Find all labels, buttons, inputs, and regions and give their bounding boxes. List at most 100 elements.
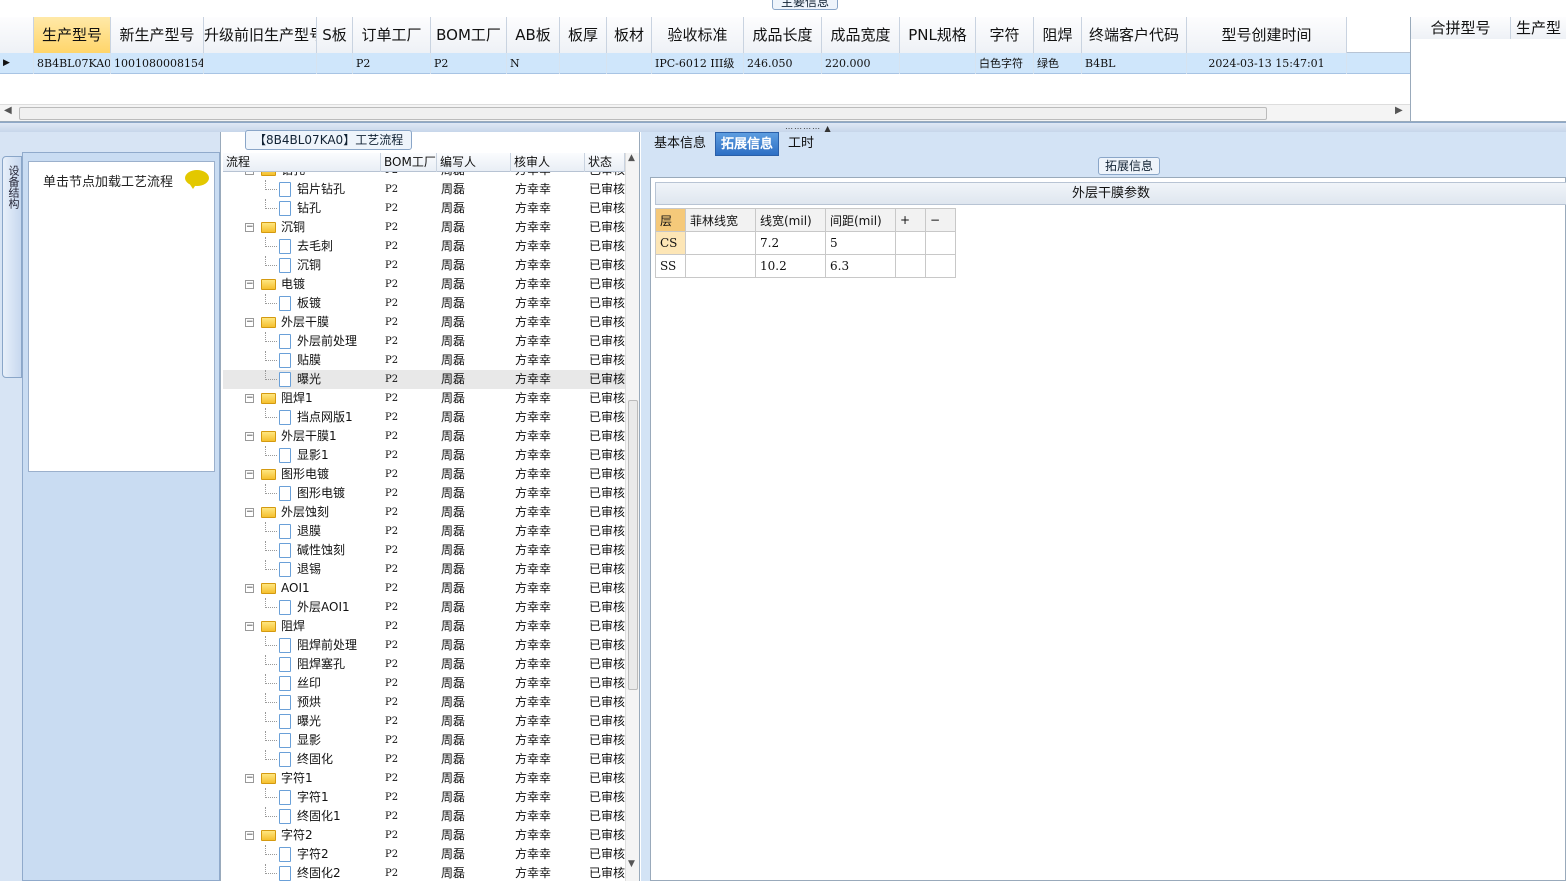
tree-node[interactable]: − 外层干膜: [223, 313, 381, 332]
col-header-11[interactable]: 成品宽度: [822, 17, 900, 53]
tree-node[interactable]: 阻焊前处理: [223, 636, 381, 655]
cell-12[interactable]: [900, 53, 976, 74]
cell-6[interactable]: N: [507, 53, 560, 74]
tree-col-0[interactable]: 流程: [223, 153, 381, 172]
tree-node[interactable]: − AOI1: [223, 579, 381, 598]
tree-row[interactable]: − 外层干膜 P2 周磊 方幸幸 已审核: [223, 313, 625, 332]
cell-0[interactable]: 8B4BL07KA0: [34, 53, 111, 74]
tree-node[interactable]: 去毛刺: [223, 237, 381, 256]
collapse-icon[interactable]: −: [245, 172, 254, 175]
collapse-icon[interactable]: −: [245, 774, 254, 783]
tree-node[interactable]: 预烘: [223, 693, 381, 712]
cell-15[interactable]: B4BL: [1082, 53, 1187, 74]
collapse-icon[interactable]: −: [245, 394, 254, 403]
tab-1[interactable]: 拓展信息: [715, 132, 780, 156]
col-header-6[interactable]: AB板: [507, 17, 560, 53]
tree-node[interactable]: 贴膜: [223, 351, 381, 370]
tree-node[interactable]: 显影: [223, 731, 381, 750]
tree-row[interactable]: 曝光 P2 周磊 方幸幸 已审核: [223, 370, 625, 389]
tree-row[interactable]: 板镀 P2 周磊 方幸幸 已审核: [223, 294, 625, 313]
col-header-3[interactable]: S板: [317, 17, 353, 53]
collapse-icon[interactable]: −: [245, 223, 254, 232]
tree-row[interactable]: 显影 P2 周磊 方幸幸 已审核: [223, 731, 625, 750]
tree-node[interactable]: 终固化: [223, 750, 381, 769]
film-width-cell[interactable]: [685, 254, 756, 278]
spacing-cell[interactable]: 6.3: [825, 254, 896, 278]
tree-row[interactable]: 贴膜 P2 周磊 方幸幸 已审核: [223, 351, 625, 370]
cell-9[interactable]: IPC-6012 III级: [652, 53, 744, 74]
tree-node[interactable]: 显影1: [223, 446, 381, 465]
tree-node[interactable]: 碱性蚀刻: [223, 541, 381, 560]
scroll-right-icon[interactable]: ▶: [1395, 105, 1403, 116]
tree-row[interactable]: − 图形电镀 P2 周磊 方幸幸 已审核: [223, 465, 625, 484]
remove-cell[interactable]: [925, 254, 956, 278]
tree-node[interactable]: 退膜: [223, 522, 381, 541]
cell-4[interactable]: P2: [353, 53, 431, 74]
tree-row[interactable]: 阻焊塞孔 P2 周磊 方幸幸 已审核: [223, 655, 625, 674]
col-header-8[interactable]: 板材: [607, 17, 652, 53]
main-grid-hscrollbar[interactable]: ◀ ▶: [0, 104, 1410, 121]
scroll-up-icon[interactable]: ▲: [628, 153, 635, 163]
tree-row[interactable]: 钻孔 P2 周磊 方幸幸 已审核: [223, 199, 625, 218]
param-row[interactable]: SS 10.2 6.3: [655, 254, 956, 278]
tree-row[interactable]: 预烘 P2 周磊 方幸幸 已审核: [223, 693, 625, 712]
tree-row[interactable]: 丝印 P2 周磊 方幸幸 已审核: [223, 674, 625, 693]
collapse-icon[interactable]: −: [245, 470, 254, 479]
tree-row[interactable]: 铝片钻孔 P2 周磊 方幸幸 已审核: [223, 180, 625, 199]
tree-row[interactable]: − 阻焊1 P2 周磊 方幸幸 已审核: [223, 389, 625, 408]
col-header-5[interactable]: BOM工厂: [431, 17, 507, 53]
equipment-structure-tab[interactable]: 设备结构: [2, 156, 22, 378]
collapse-icon[interactable]: −: [245, 280, 254, 289]
tree-row[interactable]: 终固化1 P2 周磊 方幸幸 已审核: [223, 807, 625, 826]
tree-row[interactable]: 图形电镀 P2 周磊 方幸幸 已审核: [223, 484, 625, 503]
tree-node[interactable]: 钻孔: [223, 199, 381, 218]
cell-8[interactable]: [607, 53, 652, 74]
tree-node[interactable]: 图形电镀: [223, 484, 381, 503]
cell-13[interactable]: 白色字符: [976, 53, 1034, 74]
tree-row[interactable]: 显影1 P2 周磊 方幸幸 已审核: [223, 446, 625, 465]
tree-row[interactable]: 退锡 P2 周磊 方幸幸 已审核: [223, 560, 625, 579]
tree-node[interactable]: − 电镀: [223, 275, 381, 294]
right-col-header-1[interactable]: 生产型: [1511, 17, 1566, 39]
tree-node[interactable]: 终固化1: [223, 807, 381, 826]
add-cell[interactable]: [895, 254, 926, 278]
tree-node[interactable]: − 图形电镀: [223, 465, 381, 484]
tree-node[interactable]: − 字符2: [223, 826, 381, 845]
col-header-16[interactable]: 型号创建时间: [1187, 17, 1347, 53]
tree-row[interactable]: 碱性蚀刻 P2 周磊 方幸幸 已审核: [223, 541, 625, 560]
tree-row[interactable]: 沉铜 P2 周磊 方幸幸 已审核: [223, 256, 625, 275]
tree-row[interactable]: 阻焊前处理 P2 周磊 方幸幸 已审核: [223, 636, 625, 655]
tree-node[interactable]: 退锡: [223, 560, 381, 579]
collapse-icon[interactable]: −: [245, 318, 254, 327]
col-header-15[interactable]: 终端客户代码: [1082, 17, 1187, 53]
tree-node[interactable]: − 钻孔: [223, 172, 381, 180]
tree-col-2[interactable]: 编写人: [437, 153, 511, 172]
tree-row[interactable]: − 字符1 P2 周磊 方幸幸 已审核: [223, 769, 625, 788]
tree-col-4[interactable]: 状态: [585, 153, 625, 172]
param-col-5[interactable]: −: [925, 208, 956, 232]
cell-10[interactable]: 246.050: [744, 53, 822, 74]
tree-vscroll-thumb[interactable]: [628, 400, 638, 690]
tree-node[interactable]: 丝印: [223, 674, 381, 693]
tree-node[interactable]: − 字符1: [223, 769, 381, 788]
tree-row[interactable]: − 沉铜 P2 周磊 方幸幸 已审核: [223, 218, 625, 237]
col-header-7[interactable]: 板厚: [560, 17, 607, 53]
tree-node[interactable]: − 外层蚀刻: [223, 503, 381, 522]
tree-node[interactable]: 外层前处理: [223, 332, 381, 351]
tree-node[interactable]: 外层AOI1: [223, 598, 381, 617]
cell-11[interactable]: 220.000: [822, 53, 900, 74]
tree-node[interactable]: 字符1: [223, 788, 381, 807]
tab-2[interactable]: 工时: [783, 132, 819, 156]
collapse-icon[interactable]: −: [245, 622, 254, 631]
tree-row[interactable]: − 字符2 P2 周磊 方幸幸 已审核: [223, 826, 625, 845]
tree-node[interactable]: 曝光: [223, 370, 381, 389]
tree-row[interactable]: 曝光 P2 周磊 方幸幸 已审核: [223, 712, 625, 731]
col-header-10[interactable]: 成品长度: [744, 17, 822, 53]
param-row[interactable]: CS 7.2 5: [655, 231, 956, 255]
tree-row[interactable]: 退膜 P2 周磊 方幸幸 已审核: [223, 522, 625, 541]
tree-row[interactable]: − AOI1 P2 周磊 方幸幸 已审核: [223, 579, 625, 598]
tree-row[interactable]: 挡点网版1 P2 周磊 方幸幸 已审核: [223, 408, 625, 427]
tree-node[interactable]: 沉铜: [223, 256, 381, 275]
scroll-left-icon[interactable]: ◀: [4, 105, 12, 116]
col-header-9[interactable]: 验收标准: [652, 17, 744, 53]
